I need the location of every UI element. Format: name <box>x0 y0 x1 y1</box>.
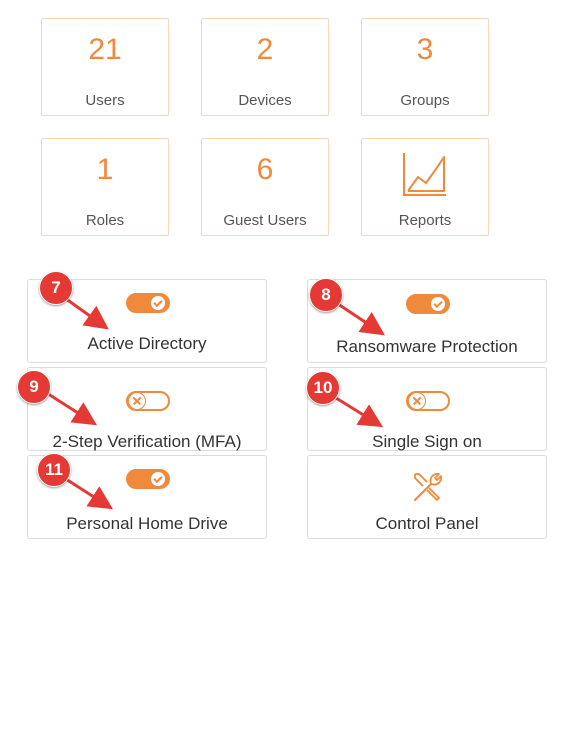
mfa-toggle[interactable] <box>126 391 170 411</box>
ransomware-protection-card[interactable]: Ransomware Protection <box>307 279 547 363</box>
reports-label: Reports <box>398 212 452 229</box>
badge-11: 11 <box>37 453 71 487</box>
sso-card[interactable]: Single Sign on <box>307 367 547 451</box>
check-icon <box>149 294 167 312</box>
groups-count: 3 <box>416 33 434 66</box>
roles-card[interactable]: 1 Roles <box>41 138 169 236</box>
guest-users-card[interactable]: 6 Guest Users <box>201 138 329 236</box>
home-drive-label: Personal Home Drive <box>66 514 228 533</box>
badge-8: 8 <box>309 278 343 312</box>
devices-label: Devices <box>238 92 292 109</box>
roles-count: 1 <box>96 153 114 186</box>
devices-card[interactable]: 2 Devices <box>201 18 329 116</box>
mfa-label: 2-Step Verification (MFA) <box>52 432 242 451</box>
badge-7: 7 <box>39 271 73 305</box>
active-directory-toggle[interactable] <box>126 293 170 313</box>
ransomware-protection-label: Ransomware Protection <box>336 337 518 356</box>
groups-card[interactable]: 3 Groups <box>361 18 489 116</box>
users-card[interactable]: 21 Users <box>41 18 169 116</box>
roles-label: Roles <box>85 212 125 229</box>
chart-icon <box>402 151 448 202</box>
check-icon <box>149 470 167 488</box>
x-icon <box>408 392 426 410</box>
check-icon <box>429 295 447 313</box>
users-count: 21 <box>88 33 122 66</box>
guest-users-count: 6 <box>256 153 274 186</box>
sso-toggle[interactable] <box>406 391 450 411</box>
control-panel-label: Control Panel <box>375 514 479 533</box>
tools-icon <box>411 470 445 509</box>
reports-card[interactable]: Reports <box>361 138 489 236</box>
x-icon <box>128 392 146 410</box>
home-drive-toggle[interactable] <box>126 469 170 489</box>
users-label: Users <box>85 92 125 109</box>
active-directory-label: Active Directory <box>87 334 207 353</box>
groups-label: Groups <box>400 92 450 109</box>
badge-9: 9 <box>17 370 51 404</box>
sso-label: Single Sign on <box>372 432 482 451</box>
badge-10: 10 <box>306 371 340 405</box>
control-panel-card[interactable]: Control Panel <box>307 455 547 539</box>
mfa-card[interactable]: 2-Step Verification (MFA) <box>27 367 267 451</box>
ransomware-protection-toggle[interactable] <box>406 294 450 314</box>
devices-count: 2 <box>256 33 274 66</box>
guest-users-label: Guest Users <box>223 212 307 229</box>
